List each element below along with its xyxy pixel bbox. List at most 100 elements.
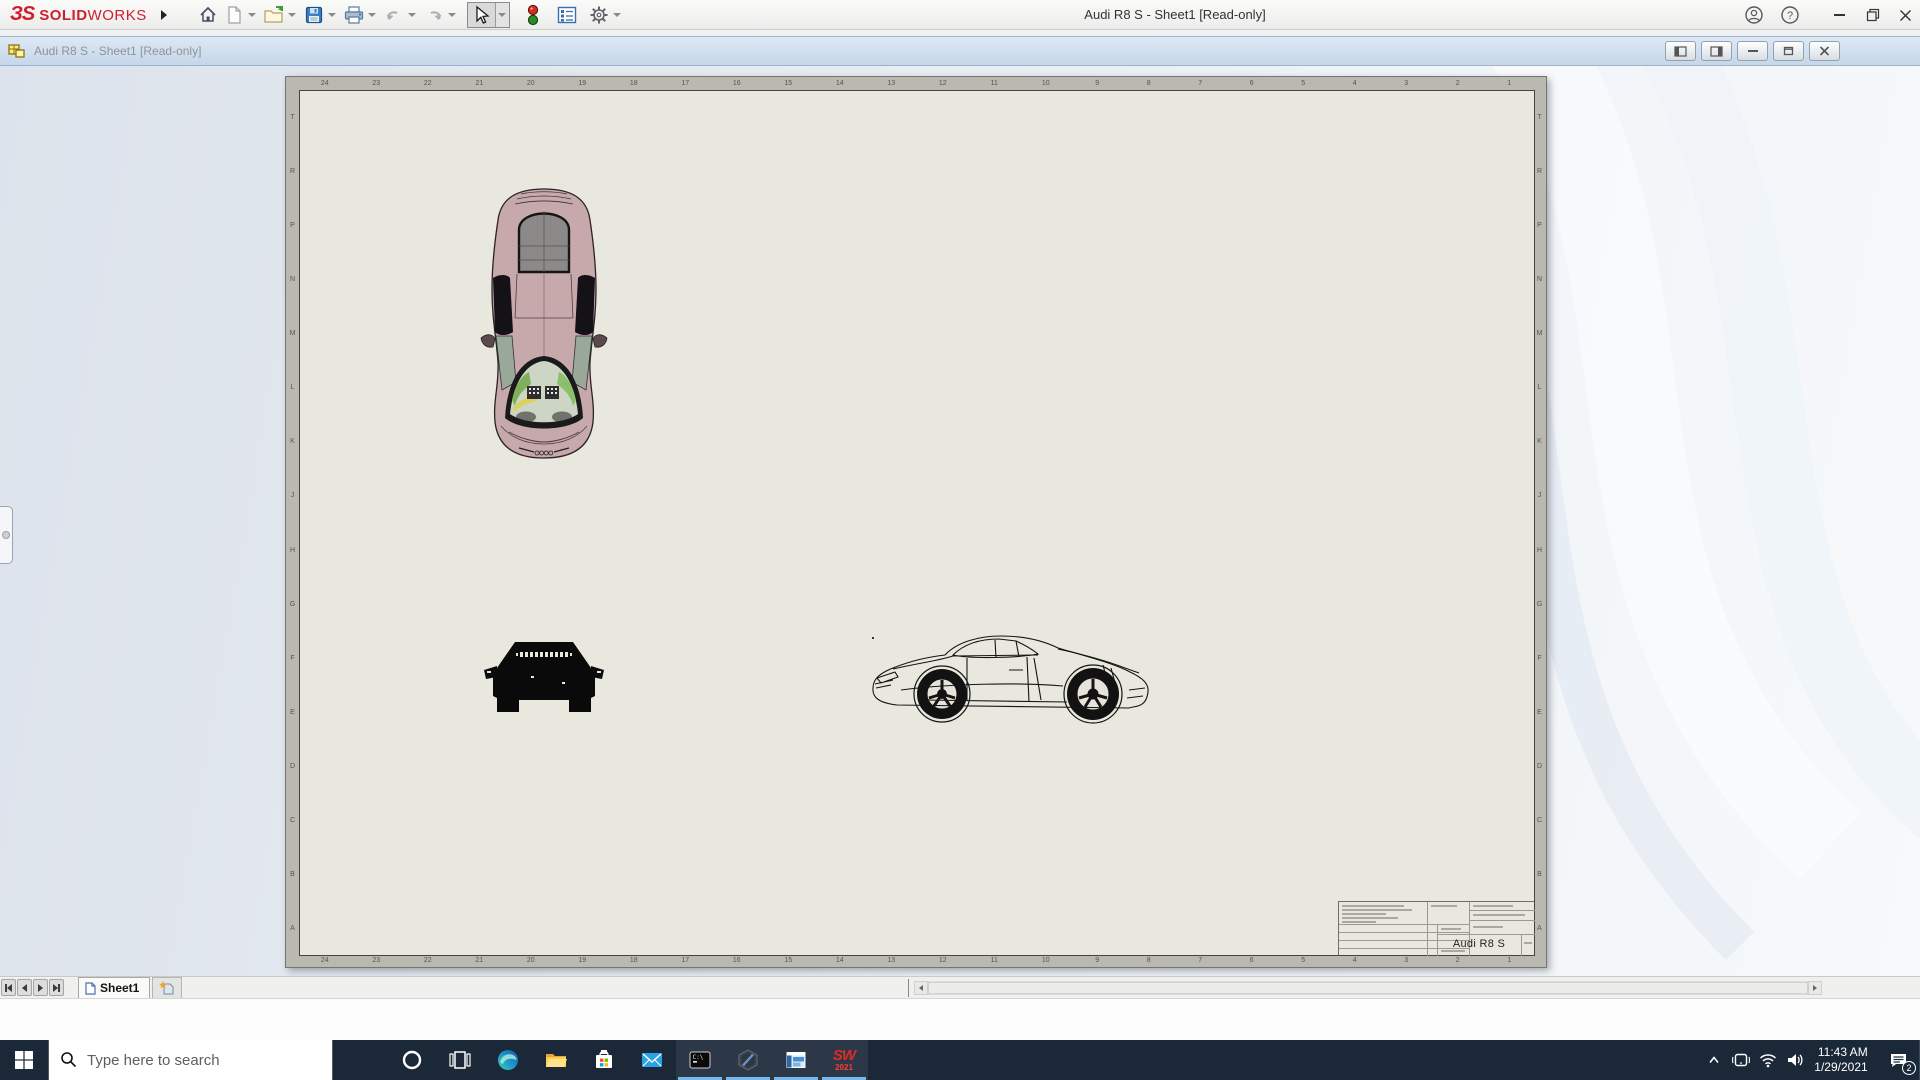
drawing-sheet[interactable]: 24 23 22 21 20 19 18 17 16 15 14 13 12 11 10 9 8 7 6 5 4 3 2 1 … xyxy=(285,76,1547,968)
collapse-left-pane-button[interactable] xyxy=(1665,41,1696,61)
windows-logo-icon xyxy=(15,1051,33,1069)
tray-display-button[interactable] xyxy=(1727,1040,1754,1080)
close-button[interactable] xyxy=(1890,0,1920,30)
scroll-track[interactable] xyxy=(928,981,1808,995)
taskbar-edge-button[interactable] xyxy=(484,1040,532,1080)
zone-label: 1 xyxy=(1507,80,1512,87)
scroll-left-button[interactable] xyxy=(914,981,928,995)
save-button[interactable] xyxy=(301,3,327,27)
tab-sheet1[interactable]: Sheet1 xyxy=(78,977,151,998)
blue-window-app-icon xyxy=(786,1052,806,1068)
last-sheet-button[interactable] xyxy=(49,979,64,996)
select-cursor-icon xyxy=(476,5,490,24)
doc-restore-button[interactable] xyxy=(1773,41,1804,61)
doc-restore-icon xyxy=(1783,46,1794,56)
select-tool-dropdown[interactable] xyxy=(494,2,509,27)
drawing-view-front-silhouette[interactable] xyxy=(479,632,609,720)
print-dropdown[interactable] xyxy=(367,12,376,17)
title-block: Audi R8 S xyxy=(1338,901,1535,956)
tab-area-splitter[interactable] xyxy=(908,979,909,997)
print-icon xyxy=(344,5,363,24)
select-tool-button[interactable] xyxy=(468,3,495,27)
new-document-dropdown[interactable] xyxy=(247,12,256,17)
tray-clock[interactable]: 11:43 AM 1/29/2021 xyxy=(1808,1040,1878,1080)
taskbar-cortana-button[interactable] xyxy=(388,1040,436,1080)
menu-flyout-arrow-icon[interactable] xyxy=(160,9,167,20)
horizontal-scrollbar[interactable] xyxy=(914,981,1822,995)
save-floppy-icon xyxy=(305,6,322,23)
sheet-paper[interactable]: Audi R8 S xyxy=(299,90,1535,956)
document-window-titlebar: Audi R8 S - Sheet1 [Read-only] xyxy=(0,36,1920,66)
volume-icon xyxy=(1787,1054,1803,1066)
doc-minimize-button[interactable] xyxy=(1737,41,1768,61)
restore-button[interactable] xyxy=(1856,0,1890,30)
open-folder-icon xyxy=(264,5,283,23)
taskbar-mail-button[interactable] xyxy=(628,1040,676,1080)
zone-label: 3 xyxy=(1404,80,1409,87)
undo-button[interactable] xyxy=(381,3,407,27)
open-dropdown[interactable] xyxy=(287,12,296,17)
solidworks-app-window: ЗS SOLID WORKS Audi R8 S - Sheet1 [Read-… xyxy=(0,0,1920,1080)
zone-label: 21 xyxy=(475,80,484,87)
collapse-right-pane-button[interactable] xyxy=(1701,41,1732,61)
rebuild-button[interactable] xyxy=(520,3,546,27)
taskbar-command-prompt-button[interactable]: C:\ xyxy=(676,1040,724,1080)
minimize-button[interactable] xyxy=(1822,0,1856,30)
taskbar-hexagon-app-button[interactable] xyxy=(724,1040,772,1080)
previous-sheet-button[interactable] xyxy=(17,979,32,996)
scroll-right-button[interactable] xyxy=(1808,981,1822,995)
windows-taskbar: C:\ SW 202 xyxy=(0,1040,1920,1080)
zone-label: 16 xyxy=(732,80,741,87)
options-gear-icon xyxy=(590,6,608,23)
print-button[interactable] xyxy=(341,3,367,27)
undo-dropdown[interactable] xyxy=(407,12,416,17)
save-dropdown[interactable] xyxy=(327,12,336,17)
scroll-thumb[interactable] xyxy=(928,982,1808,994)
zone-label: A xyxy=(290,925,295,933)
drawing-view-side-wireframe[interactable] xyxy=(867,632,1155,724)
taskbar-search[interactable] xyxy=(48,1040,333,1080)
zone-label: B xyxy=(290,871,295,879)
options-dropdown[interactable] xyxy=(612,12,621,17)
action-center-button[interactable]: 2 xyxy=(1878,1040,1918,1080)
home-button[interactable] xyxy=(195,3,221,27)
tray-volume-button[interactable] xyxy=(1781,1040,1808,1080)
new-document-icon xyxy=(228,5,241,24)
title-bar: ЗS SOLID WORKS Audi R8 S - Sheet1 [Read-… xyxy=(0,0,1920,30)
tray-wifi-button[interactable] xyxy=(1754,1040,1781,1080)
new-document-button[interactable] xyxy=(221,3,247,27)
redo-button[interactable] xyxy=(421,3,447,27)
next-sheet-button[interactable] xyxy=(33,979,48,996)
redo-dropdown[interactable] xyxy=(447,12,456,17)
taskpane-flyout-tab[interactable] xyxy=(0,506,13,564)
zone-label: R xyxy=(289,167,296,175)
taskbar-store-button[interactable] xyxy=(580,1040,628,1080)
graphics-area[interactable]: 24 23 22 21 20 19 18 17 16 15 14 13 12 11 10 9 8 7 6 5 4 3 2 1 … xyxy=(0,66,1920,976)
taskbar-file-explorer-button[interactable] xyxy=(532,1040,580,1080)
doc-close-icon xyxy=(1819,46,1830,56)
options-button[interactable] xyxy=(586,3,612,27)
zone-label: P xyxy=(290,221,295,229)
file-properties-button[interactable] xyxy=(554,3,580,27)
clock-date: 1/29/2021 xyxy=(1814,1060,1868,1074)
search-input[interactable] xyxy=(49,1040,332,1080)
taskbar-task-view-button[interactable] xyxy=(436,1040,484,1080)
pane-right-icon xyxy=(1710,45,1723,57)
help-button[interactable]: ? xyxy=(1772,0,1808,30)
taskbar-solidworks-button[interactable]: SW 2021 xyxy=(820,1040,868,1080)
add-sheet-tab[interactable] xyxy=(152,977,183,998)
account-button[interactable] xyxy=(1736,0,1772,30)
zone-label: 15 xyxy=(784,80,793,87)
taskbar-blue-window-app-button[interactable] xyxy=(772,1040,820,1080)
select-tool-split-button xyxy=(466,1,510,28)
tray-overflow-button[interactable] xyxy=(1701,1040,1727,1080)
zone-label: 10 xyxy=(1041,80,1050,87)
open-button[interactable] xyxy=(261,3,287,27)
doc-close-button[interactable] xyxy=(1809,41,1840,61)
first-sheet-button[interactable] xyxy=(1,979,16,996)
svg-text:C:\: C:\ xyxy=(693,1054,704,1061)
rebuild-traffic-light-icon xyxy=(527,4,538,25)
start-button[interactable] xyxy=(0,1040,48,1080)
drawing-view-top-shaded[interactable] xyxy=(479,186,609,461)
zone-label: F xyxy=(290,654,295,662)
